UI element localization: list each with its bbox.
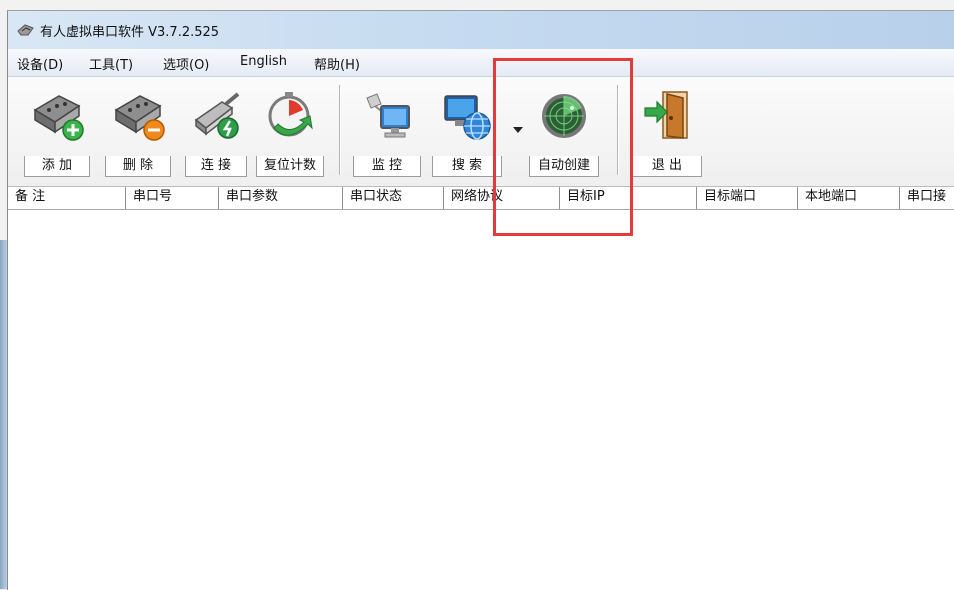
menu-help[interactable]: 帮助(H) — [314, 54, 360, 73]
radar-icon — [542, 94, 586, 138]
monitor-button-label: 监 控 — [353, 156, 421, 177]
column-target-port[interactable]: 目标端口 — [697, 187, 798, 209]
reset-count-button-label: 复位计数 — [256, 156, 324, 177]
column-port-connect[interactable]: 串口接 — [900, 187, 954, 209]
door-exit-icon — [644, 91, 688, 139]
toolbar-separator — [617, 85, 618, 175]
serial-port-delete-icon — [114, 95, 165, 141]
menu-english[interactable]: English — [240, 54, 287, 69]
list-header: 备 注 串口号 串口参数 串口状态 网络协议 目标IP 目标端口 本地端口 串口… — [8, 187, 954, 210]
app-logo-icon — [17, 24, 34, 36]
computer-monitor-icon — [366, 93, 410, 138]
connect-button-label: 连 接 — [185, 156, 247, 177]
menu-device[interactable]: 设备(D) — [17, 54, 63, 73]
column-port-number[interactable]: 串口号 — [126, 187, 219, 209]
serial-port-add-icon — [33, 95, 84, 141]
add-button[interactable]: 添 加 — [24, 82, 90, 181]
auto-create-button[interactable]: 自动创建 — [529, 82, 599, 181]
monitor-button[interactable]: 监 控 — [353, 82, 421, 181]
auto-create-button-label: 自动创建 — [529, 156, 599, 177]
port-list[interactable] — [8, 210, 954, 590]
network-globe-icon — [444, 95, 491, 140]
column-target-ip[interactable]: 目标IP — [560, 187, 697, 209]
reset-count-button[interactable]: 复位计数 — [256, 82, 324, 181]
exit-button-label: 退 出 — [632, 156, 702, 177]
column-remark[interactable]: 备 注 — [8, 187, 126, 209]
menu-tools[interactable]: 工具(T) — [89, 54, 133, 73]
toolbar: 添 加 删 除 连 接 复位计数 监 控 搜 索 自动创建 退 出 — [8, 77, 954, 187]
search-dropdown-arrow-icon[interactable] — [513, 127, 523, 133]
delete-button[interactable]: 删 除 — [105, 82, 171, 181]
background-window-edge — [0, 240, 7, 589]
toolbar-separator — [339, 85, 340, 175]
network-plug-icon — [194, 92, 240, 139]
exit-button[interactable]: 退 出 — [632, 82, 702, 181]
connect-button[interactable]: 连 接 — [185, 82, 247, 181]
search-button-label: 搜 索 — [432, 156, 502, 177]
column-port-params[interactable]: 串口参数 — [219, 187, 343, 209]
delete-button-label: 删 除 — [105, 156, 171, 177]
column-network-protocol[interactable]: 网络协议 — [444, 187, 560, 209]
title-bar[interactable]: 有人虚拟串口软件 V3.7.2.525 — [8, 11, 954, 49]
search-button[interactable]: 搜 索 — [432, 82, 502, 181]
column-port-status[interactable]: 串口状态 — [343, 187, 444, 209]
menu-options[interactable]: 选项(O) — [163, 54, 209, 73]
window-title: 有人虚拟串口软件 V3.7.2.525 — [40, 25, 220, 40]
timer-reset-icon — [268, 92, 313, 137]
menu-bar: 设备(D) 工具(T) 选项(O) English 帮助(H) — [8, 49, 954, 77]
column-local-port[interactable]: 本地端口 — [798, 187, 900, 209]
add-button-label: 添 加 — [24, 156, 90, 177]
app-window: 有人虚拟串口软件 V3.7.2.525 设备(D) 工具(T) 选项(O) En… — [7, 10, 954, 590]
